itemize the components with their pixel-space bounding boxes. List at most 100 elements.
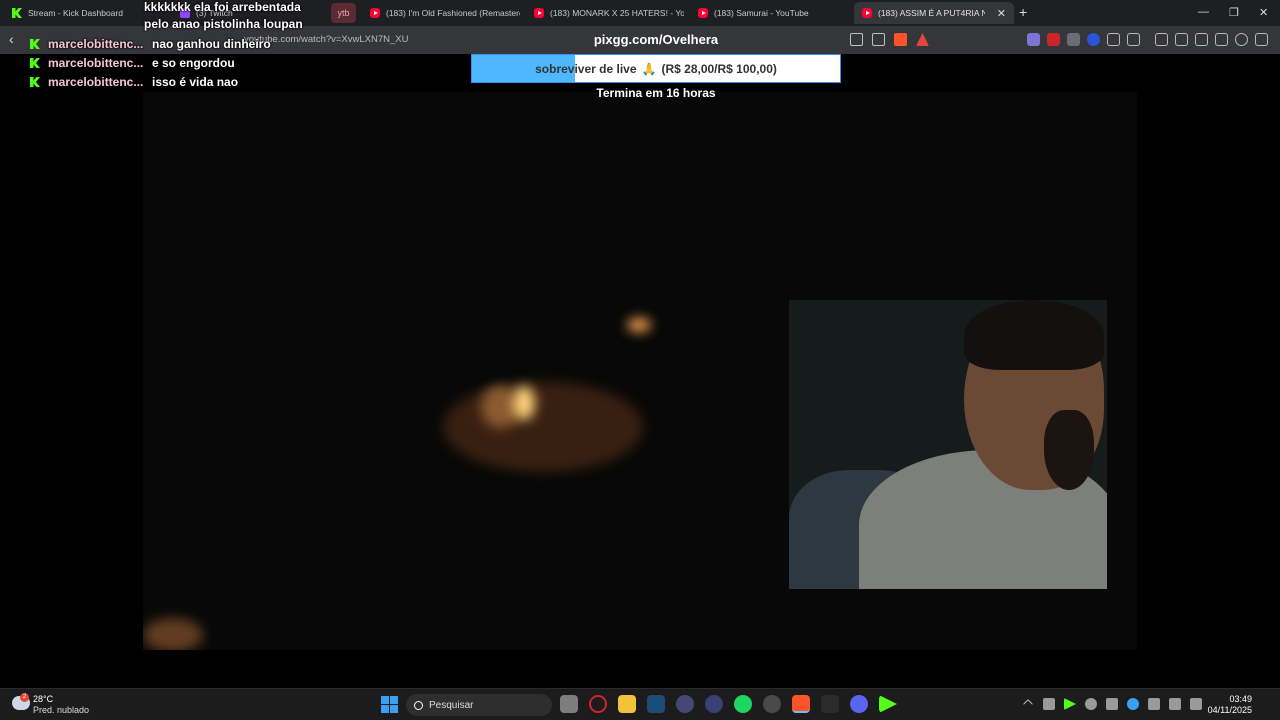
tab-samurai[interactable]: (183) Samurai - YouTube [690, 2, 848, 24]
streamer-hair [964, 300, 1104, 370]
opera-gx-icon[interactable] [589, 695, 607, 713]
goal-amounts: (R$ 28,00/R$ 100,00) [661, 61, 777, 76]
brave-shield-icon[interactable] [894, 33, 907, 46]
cast-icon[interactable] [850, 33, 863, 46]
kick-badge-icon [30, 77, 40, 87]
app-icon[interactable] [705, 695, 723, 713]
chat-message: pelo anao pistolinha loupan [144, 17, 303, 31]
sidebar-icon[interactable] [1175, 33, 1188, 46]
share-icon[interactable] [872, 33, 885, 46]
search-label: Pesquisar [429, 699, 474, 711]
microphone-icon[interactable] [1148, 698, 1160, 710]
task-view-icon[interactable] [560, 695, 578, 713]
candle-light [627, 318, 651, 332]
new-tab-icon[interactable]: + [1019, 4, 1027, 20]
vpn-icon[interactable] [1235, 33, 1248, 46]
extension-icon[interactable] [1087, 33, 1100, 46]
pinned-apps [560, 695, 897, 713]
windows-start-icon[interactable] [381, 696, 398, 713]
clock-time[interactable]: 03:49 [1210, 694, 1252, 704]
webcam-overlay [789, 300, 1107, 589]
corner-light [143, 618, 203, 650]
sync-icon[interactable] [1043, 698, 1055, 710]
weather-description[interactable]: Pred. nublado [33, 705, 89, 715]
kick-app-icon[interactable] [879, 695, 897, 713]
github-icon[interactable] [763, 695, 781, 713]
bluetooth-icon[interactable] [1127, 698, 1139, 710]
discord-icon[interactable] [850, 695, 868, 713]
youtube-icon [534, 8, 544, 18]
youtube-icon [698, 8, 708, 18]
chat-message-text: pelo anao pistolinha loupan [144, 17, 303, 31]
chat-username: marcelobittenc... [48, 75, 144, 89]
weather-temperature[interactable]: 28°C [33, 694, 53, 704]
chat-message-text: kkkkkkk ela foi arrebentada [144, 0, 301, 14]
puzzle-icon[interactable] [1107, 33, 1120, 46]
chat-message-text: e so engordou [152, 56, 235, 70]
steam-icon[interactable] [647, 695, 665, 713]
extension-icon[interactable] [1027, 33, 1040, 46]
screenshot-icon[interactable] [1127, 33, 1140, 46]
chat-message: marcelobittenc... isso é vida nao [30, 75, 238, 89]
taskbar-search[interactable]: Pesquisar [406, 694, 552, 716]
donation-goal-bar: sobreviver de live 🙏 (R$ 28,00/R$ 100,00… [471, 54, 841, 83]
brave-rewards-icon[interactable] [916, 33, 929, 46]
chat-username: marcelobittenc... [48, 56, 144, 70]
extensions-bar [1027, 33, 1268, 46]
back-arrow-icon[interactable]: ‹ [9, 31, 14, 47]
brave-browser-icon[interactable] [792, 695, 810, 713]
restore-icon[interactable]: ❐ [1229, 6, 1239, 19]
music-icon[interactable] [1155, 33, 1168, 46]
tab-monark[interactable]: (183) MONARK X 25 HATERS! - YouTu [526, 2, 684, 24]
goal-url: pixgg.com/Ovelhera [593, 32, 719, 47]
weather-alert-badge: 2 [20, 693, 29, 702]
goal-time-left: Termina em 16 horas [596, 86, 716, 100]
tab-label: (183) ASSIM É A PUT4RIA NO MI [878, 8, 985, 18]
chat-message-text: isso é vida nao [152, 75, 239, 89]
tab-old-fashioned[interactable]: (183) I'm Old Fashioned (Remastered [362, 2, 520, 24]
tab-label: (183) MONARK X 25 HATERS! - YouTu [550, 8, 684, 18]
chat-message: kkkkkkk ela foi arrebentada [144, 0, 301, 14]
chat-username: marcelobittenc... [48, 37, 144, 51]
tab-label: (183) Samurai - YouTube [714, 8, 809, 18]
video-player[interactable] [143, 92, 1137, 650]
minimize-icon[interactable]: — [1198, 6, 1209, 18]
tab-kick-dashboard[interactable]: Stream - Kick Dashboard [4, 2, 154, 24]
chat-message: marcelobittenc... e so engordou [30, 56, 235, 70]
kick-badge-icon [30, 39, 40, 49]
tab-label: (183) I'm Old Fashioned (Remastered [386, 8, 520, 18]
tray-app-icon[interactable] [1106, 698, 1118, 710]
close-tab-icon[interactable]: ✕ [997, 7, 1006, 20]
tab-group-ytb[interactable]: ytb [331, 3, 356, 23]
tab-active-video[interactable]: (183) ASSIM É A PUT4RIA NO MI ✕ [854, 2, 1014, 24]
candle-table-glow [443, 382, 643, 472]
leo-icon[interactable] [1215, 33, 1228, 46]
tab-label: Stream - Kick Dashboard [28, 8, 123, 18]
file-explorer-icon[interactable] [618, 695, 636, 713]
extension-icon[interactable] [1047, 33, 1060, 46]
address-actions [850, 33, 929, 46]
kick-tray-icon[interactable] [1064, 698, 1076, 710]
spotify-icon[interactable] [734, 695, 752, 713]
app-icon[interactable] [821, 695, 839, 713]
close-window-icon[interactable]: ✕ [1259, 6, 1268, 19]
clock-date[interactable]: 04/11/2025 [1200, 705, 1252, 715]
windows-taskbar: 2 28°C Pred. nublado Pesquisar 03:49 04/… [0, 688, 1280, 720]
chat-message-text: nao ganhou dinheiro [152, 37, 271, 51]
chevron-up-icon[interactable] [1022, 698, 1034, 710]
goal-emoji: 🙏 [641, 61, 657, 76]
goal-title: sobreviver de live [535, 61, 637, 76]
app-icon[interactable] [676, 695, 694, 713]
screen: Stream - Kick Dashboard (3) Twitch ytb (… [0, 0, 1280, 720]
tray-app-icon[interactable] [1085, 698, 1097, 710]
goal-text: sobreviver de live 🙏 (R$ 28,00/R$ 100,00… [472, 55, 840, 82]
network-icon[interactable] [1169, 698, 1181, 710]
menu-icon[interactable] [1255, 33, 1268, 46]
chat-message: marcelobittenc... nao ganhou dinheiro [30, 37, 271, 51]
kick-icon [12, 8, 22, 18]
candle-light [513, 386, 535, 420]
wallet-icon[interactable] [1195, 33, 1208, 46]
system-tray [1022, 698, 1202, 710]
youtube-icon [862, 8, 872, 18]
extension-icon[interactable] [1067, 33, 1080, 46]
